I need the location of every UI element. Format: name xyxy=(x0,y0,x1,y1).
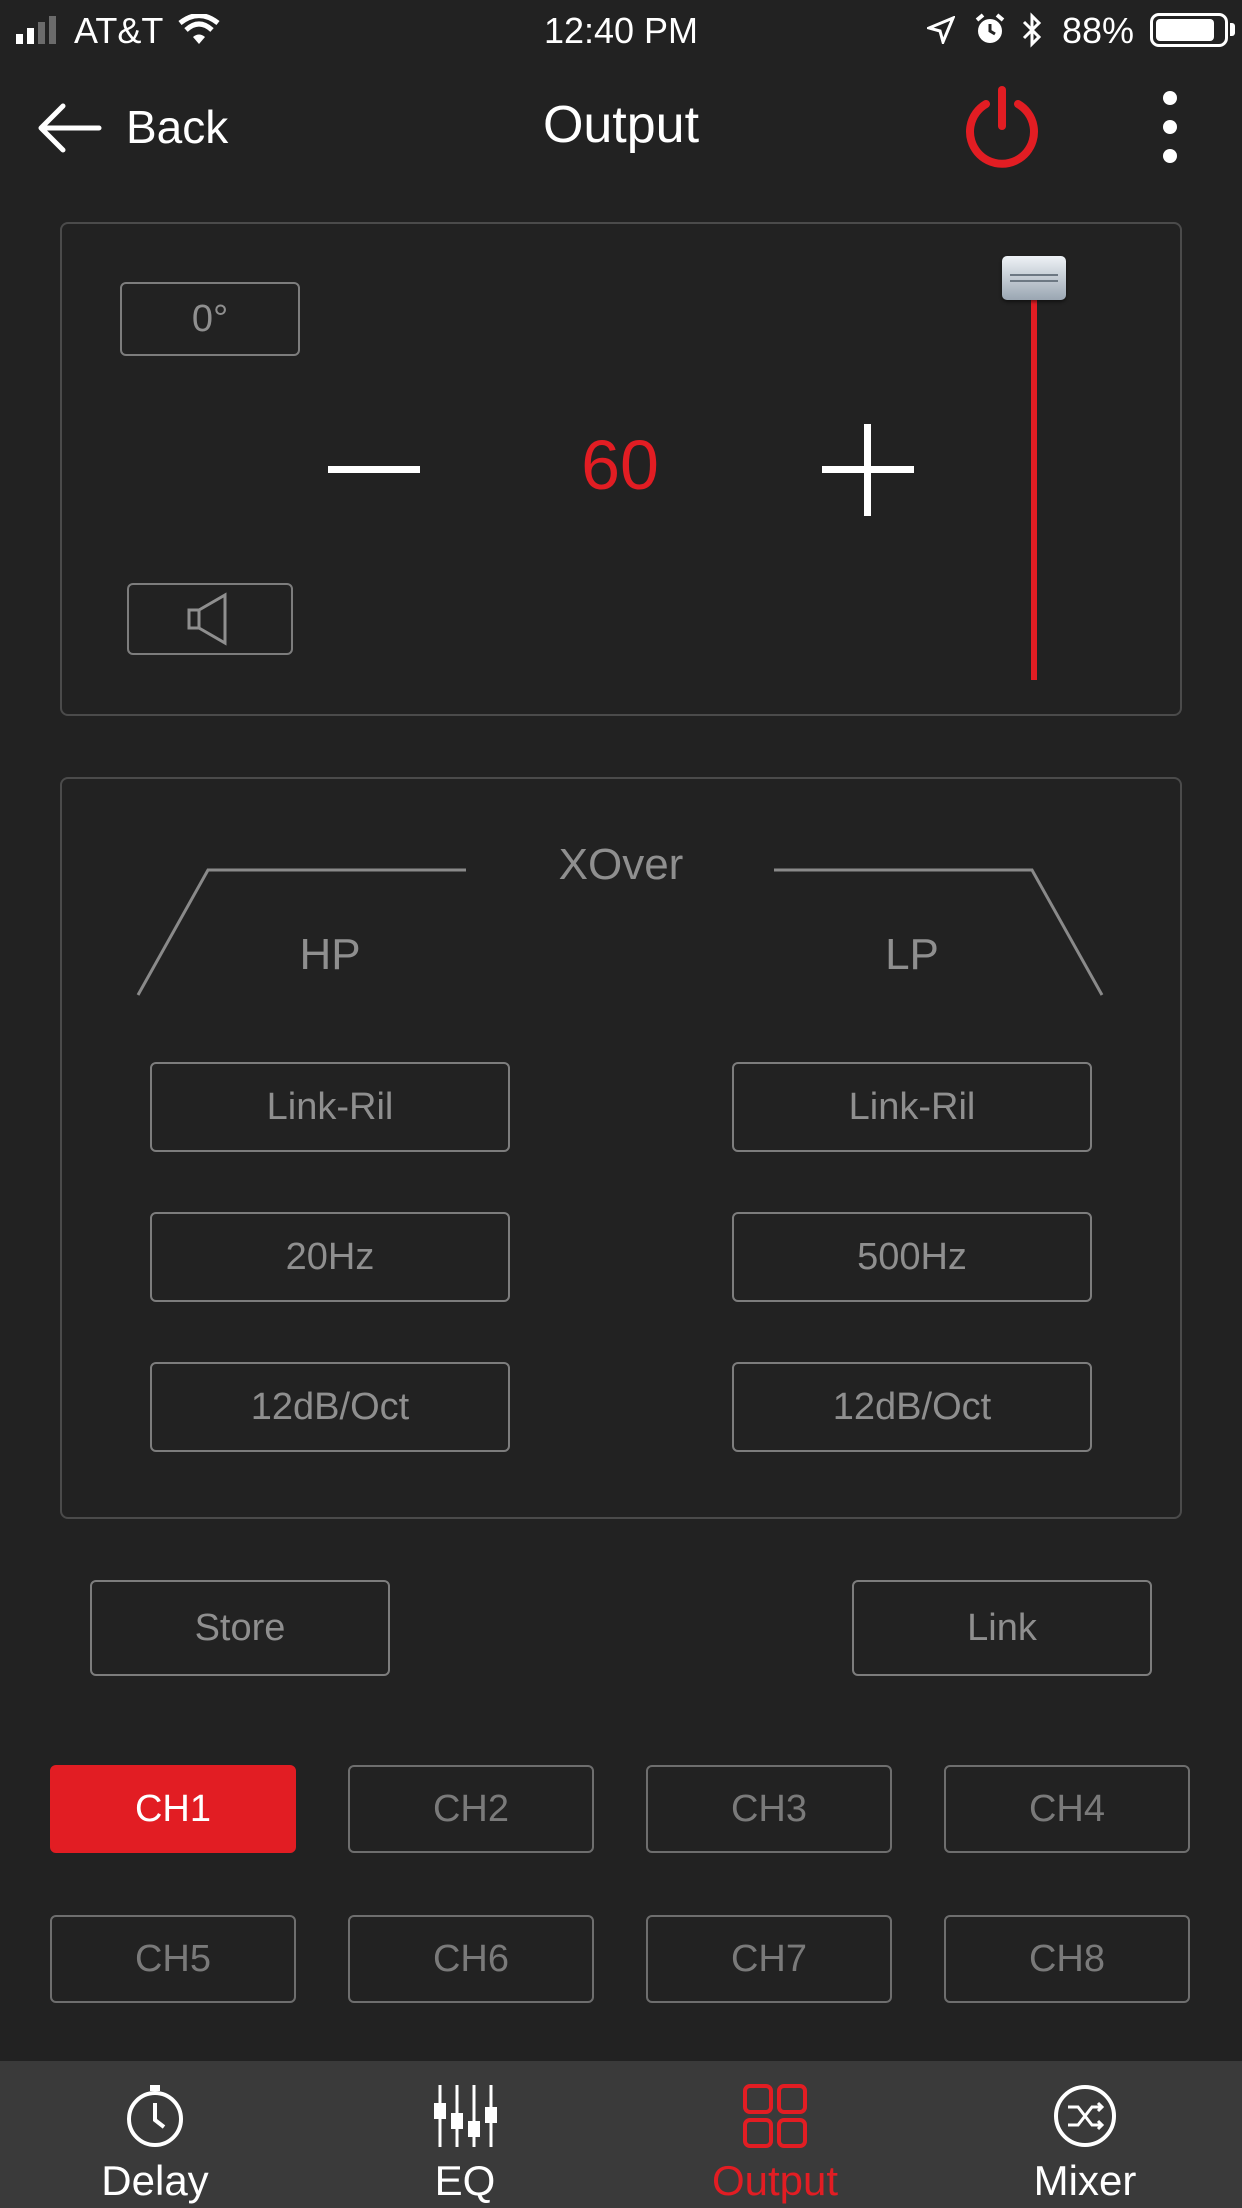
tab-eq[interactable]: EQ xyxy=(310,2061,620,2208)
lp-filter-type-button[interactable]: Link-Ril xyxy=(732,1062,1092,1152)
phase-button[interactable]: 0° xyxy=(120,282,300,356)
power-button[interactable] xyxy=(962,84,1042,170)
plus-icon xyxy=(822,424,914,516)
decrease-button[interactable] xyxy=(318,430,430,510)
page-title: Output xyxy=(542,96,700,154)
store-button[interactable]: Store xyxy=(90,1580,390,1676)
hp-label: HP xyxy=(299,930,361,979)
hp-slope-button[interactable]: 12dB/Oct xyxy=(150,1362,510,1452)
grid-icon xyxy=(743,2084,807,2148)
speaker-icon xyxy=(187,592,227,646)
tab-label: Mixer xyxy=(1033,2157,1137,2204)
xover-title: XOver xyxy=(558,840,684,889)
link-button[interactable]: Link xyxy=(852,1580,1152,1676)
tab-label: Output xyxy=(711,2157,839,2204)
tab-bar: Delay EQ Output Mixer xyxy=(0,2061,1242,2208)
level-fader[interactable] xyxy=(1000,256,1068,686)
tab-label: Delay xyxy=(101,2157,209,2204)
status-bar: AT&T 12:40 PM 88% xyxy=(0,0,1242,60)
lp-frequency-button[interactable]: 500Hz xyxy=(732,1212,1092,1302)
clock-time: 12:40 PM xyxy=(543,10,699,51)
sliders-icon xyxy=(434,2085,497,2147)
battery-icon xyxy=(1150,13,1228,47)
fader-handle[interactable] xyxy=(1002,256,1066,300)
more-menu-button[interactable] xyxy=(1150,88,1190,168)
more-vertical-icon xyxy=(1163,91,1177,163)
minus-icon xyxy=(328,466,420,473)
hp-frequency-button[interactable]: 20Hz xyxy=(150,1212,510,1302)
tab-output[interactable]: Output xyxy=(620,2061,930,2208)
battery-tip xyxy=(1230,23,1235,36)
channel-button-1[interactable]: CH1 xyxy=(50,1765,296,1853)
channel-button-3[interactable]: CH3 xyxy=(646,1765,892,1853)
increase-button[interactable] xyxy=(818,420,918,520)
channel-button-2[interactable]: CH2 xyxy=(348,1765,594,1853)
channel-button-5[interactable]: CH5 xyxy=(50,1915,296,2003)
shuffle-bluetooth-icon xyxy=(1054,2085,1116,2147)
level-value: 60 xyxy=(581,426,659,504)
battery-percent: 88% xyxy=(1062,10,1135,51)
location-arrow-icon xyxy=(927,16,955,44)
channel-button-6[interactable]: CH6 xyxy=(348,1915,594,2003)
channel-button-8[interactable]: CH8 xyxy=(944,1915,1190,2003)
tab-delay[interactable]: Delay xyxy=(0,2061,310,2208)
bluetooth-icon xyxy=(1022,12,1042,48)
channel-button-7[interactable]: CH7 xyxy=(646,1915,892,2003)
tab-label: EQ xyxy=(434,2157,496,2204)
speaker-mute-button[interactable] xyxy=(127,583,293,655)
alarm-icon xyxy=(975,13,1005,43)
hp-filter-type-button[interactable]: Link-Ril xyxy=(150,1062,510,1152)
lp-slope-button[interactable]: 12dB/Oct xyxy=(732,1362,1092,1452)
clock-icon xyxy=(127,2085,183,2147)
fader-track xyxy=(1031,276,1037,680)
channel-button-4[interactable]: CH4 xyxy=(944,1765,1190,1853)
lp-label: LP xyxy=(885,930,939,979)
tab-mixer[interactable]: Mixer xyxy=(930,2061,1240,2208)
